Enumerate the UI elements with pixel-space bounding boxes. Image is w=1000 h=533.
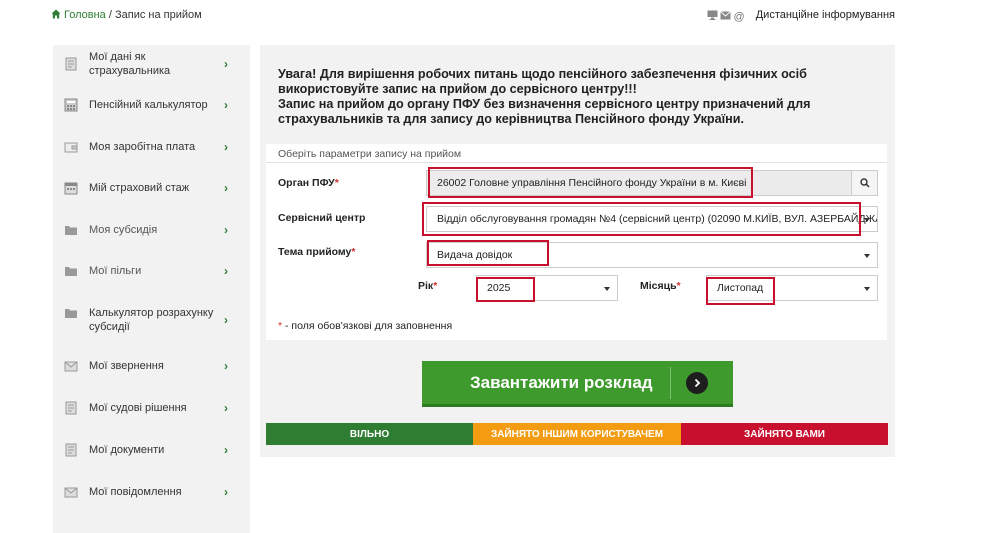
sidebar-item-label: Мої судові рішення bbox=[89, 402, 187, 414]
breadcrumb: Головна / Запис на прийом bbox=[51, 9, 202, 21]
sidebar-item-label: Мої пільги bbox=[89, 265, 142, 277]
topic-label: Тема прийому* bbox=[278, 246, 356, 258]
chevron-right-icon: › bbox=[224, 485, 228, 499]
envelope-icon bbox=[720, 11, 732, 20]
sidebar-item-label: Мої звернення bbox=[89, 360, 164, 372]
top-bar: Головна / Запис на прийом @ Дистанційне … bbox=[0, 0, 1000, 32]
breadcrumb-separator: / bbox=[108, 9, 112, 21]
sidebar-item-label: Моя заробітна плата bbox=[89, 141, 196, 153]
sidebar-item-label: Мої дані як страхувальника bbox=[89, 51, 171, 77]
year-value: 2025 bbox=[487, 282, 511, 294]
load-schedule-label: Завантажити розклад bbox=[470, 372, 653, 392]
form-divider bbox=[266, 162, 887, 163]
folder-icon bbox=[65, 267, 77, 276]
notice-text: Увага! Для вирішення робочих питань щодо… bbox=[278, 67, 858, 127]
home-icon bbox=[51, 9, 61, 19]
required-mark: * bbox=[433, 280, 438, 292]
document-icon bbox=[65, 57, 77, 71]
load-schedule-button[interactable]: Завантажити розклад bbox=[422, 361, 733, 407]
sidebar-item-label: Мій страховий стаж bbox=[89, 182, 190, 194]
sidebar-item-insurer-data[interactable]: Мої дані як страхувальника › bbox=[53, 45, 250, 83]
main-panel: Увага! Для вирішення робочих питань щодо… bbox=[260, 45, 895, 457]
sidebar-item-benefits[interactable]: Мої пільги › bbox=[53, 252, 250, 290]
sidebar: Мої дані як страхувальника › Пенсійний к… bbox=[53, 45, 250, 533]
month-value: Листопад bbox=[717, 282, 764, 294]
at-icon: @ bbox=[733, 11, 745, 23]
required-mark: * bbox=[676, 280, 681, 292]
sidebar-item-label: Калькулятор розрахунку субсидії bbox=[89, 307, 214, 333]
search-icon bbox=[859, 178, 870, 188]
legend-occupied-mine: ЗАЙНЯТО ВАМИ bbox=[681, 423, 888, 445]
sidebar-item-label: Мої повідомлення bbox=[89, 486, 182, 498]
envelope-icon bbox=[64, 487, 78, 498]
chevron-right-icon: › bbox=[224, 57, 228, 71]
chevron-right-icon: › bbox=[224, 181, 228, 195]
sidebar-item-appeals[interactable]: Мої звернення › bbox=[53, 347, 250, 385]
calculator-icon bbox=[64, 98, 78, 112]
chevron-right-icon: › bbox=[224, 359, 228, 373]
sidebar-item-subsidy-calculator[interactable]: Калькулятор розрахунку субсидії › bbox=[53, 301, 250, 339]
chevron-right-icon: › bbox=[224, 443, 228, 457]
folder-icon bbox=[65, 226, 77, 235]
chevron-right-icon: › bbox=[224, 401, 228, 415]
folder-icon bbox=[65, 309, 77, 318]
sidebar-item-label: Пенсійний калькулятор bbox=[89, 99, 208, 111]
chevron-right-icon: › bbox=[224, 140, 228, 154]
sidebar-item-insurance-record[interactable]: Мій страховий стаж › bbox=[53, 169, 250, 207]
sidebar-item-pension-calculator[interactable]: Пенсійний калькулятор › bbox=[53, 86, 250, 124]
notice-line-1: Увага! Для вирішення робочих питань щодо… bbox=[278, 67, 807, 96]
arrow-right-icon bbox=[686, 372, 708, 394]
sidebar-item-court-decisions[interactable]: Мої судові рішення › bbox=[53, 389, 250, 427]
month-select[interactable]: Листопад bbox=[706, 275, 878, 301]
service-center-value: Відділ обслуговування громадян №4 (серві… bbox=[437, 213, 877, 225]
monitor-icon bbox=[707, 10, 718, 20]
remote-info-label: Дистанційне інформування bbox=[755, 9, 895, 21]
chevron-down-icon bbox=[604, 287, 610, 291]
chevron-right-icon: › bbox=[224, 264, 228, 278]
topic-select[interactable]: Видача довідок bbox=[426, 242, 878, 268]
organ-label: Орган ПФУ* bbox=[278, 177, 339, 189]
chevron-right-icon: › bbox=[224, 98, 228, 112]
chevron-right-icon: › bbox=[224, 313, 228, 327]
year-select[interactable]: 2025 bbox=[476, 275, 618, 301]
envelope-icon bbox=[64, 361, 78, 372]
chevron-down-icon bbox=[864, 287, 870, 291]
form-caption: Оберіть параметри запису на прийом bbox=[278, 148, 462, 160]
organ-search-button[interactable] bbox=[851, 171, 877, 195]
chevron-right-icon: › bbox=[224, 223, 228, 237]
legend-occupied-other: ЗАЙНЯТО ІНШИМ КОРИСТУВАЧЕМ bbox=[473, 423, 681, 445]
required-note: * - поля обов'язкові для заповнення bbox=[278, 320, 453, 332]
calendar-icon bbox=[64, 182, 78, 195]
service-center-label: Сервісний центр bbox=[278, 212, 366, 224]
breadcrumb-home-link[interactable]: Головна bbox=[64, 9, 106, 21]
month-label: Місяць* bbox=[640, 280, 681, 292]
required-mark: * bbox=[334, 177, 339, 189]
year-label: Рік* bbox=[418, 280, 438, 292]
breadcrumb-current: Запис на прийом bbox=[114, 9, 202, 21]
chevron-down-icon bbox=[864, 218, 870, 222]
appointment-form: Оберіть параметри запису на прийом Орган… bbox=[266, 144, 887, 340]
organ-value: 26002 Головне управління Пенсійного фонд… bbox=[437, 177, 747, 189]
sidebar-item-salary[interactable]: Моя заробітна плата › bbox=[53, 128, 250, 166]
sidebar-item-subsidy[interactable]: Моя субсидія › bbox=[53, 211, 250, 249]
organ-field[interactable]: 26002 Головне управління Пенсійного фонд… bbox=[426, 170, 878, 196]
topic-value: Видача довідок bbox=[437, 249, 513, 261]
sidebar-item-label: Мої документи bbox=[89, 444, 165, 456]
notice-line-2: Запис на прийом до органу ПФУ без визнач… bbox=[278, 97, 811, 126]
service-center-select[interactable]: Відділ обслуговування громадян №4 (серві… bbox=[426, 206, 878, 232]
sidebar-item-documents[interactable]: Мої документи › bbox=[53, 431, 250, 469]
wallet-icon bbox=[64, 142, 78, 153]
sidebar-item-label: Моя субсидія bbox=[89, 224, 158, 236]
button-divider bbox=[670, 367, 671, 399]
remote-info-link[interactable]: @ Дистанційне інформування bbox=[707, 9, 895, 23]
document-icon bbox=[65, 401, 77, 415]
sidebar-item-messages[interactable]: Мої повідомлення › bbox=[53, 473, 250, 511]
legend-free: ВІЛЬНО bbox=[266, 423, 473, 445]
chevron-down-icon bbox=[864, 254, 870, 258]
document-icon bbox=[65, 443, 77, 457]
required-mark: * bbox=[351, 246, 356, 258]
